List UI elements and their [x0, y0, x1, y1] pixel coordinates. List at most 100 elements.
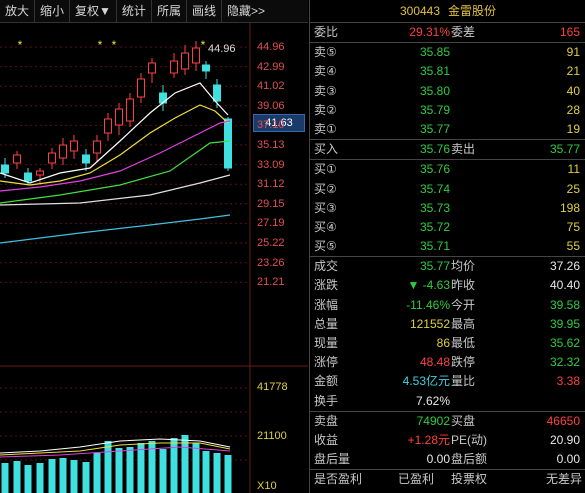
toolbar-item-3[interactable]: 统计: [117, 0, 152, 22]
candle-body: [93, 140, 101, 154]
ask-volume: 28: [566, 102, 580, 117]
stat-label: 总量: [314, 316, 339, 331]
toolbar-item-5[interactable]: 画线: [187, 0, 222, 22]
sell-out-label: 卖出: [451, 142, 476, 157]
price-axis-label: 37.10: [257, 119, 285, 132]
stat-label: 涨停: [314, 355, 339, 370]
weibi-value: 29.31%: [409, 25, 450, 39]
pan-value: 0.00: [426, 452, 450, 467]
stat-label2: 最高: [451, 316, 476, 331]
price-axis-label: 29.15: [257, 197, 285, 210]
bid-label: 买①: [314, 162, 337, 177]
price-axis-label: 33.09: [257, 158, 285, 171]
toolbar-item-4[interactable]: 所属: [152, 0, 187, 22]
stat-value2: 40.40: [549, 278, 580, 293]
volume-bar: [36, 463, 44, 493]
price-axis-label: 41.02: [257, 80, 285, 93]
stat-value2: 39.58: [549, 297, 580, 312]
ask-label: 卖④: [314, 64, 337, 79]
bid-row: 买⑤ 35.71 55: [310, 237, 585, 256]
toolbar-item-6[interactable]: 隐藏>>: [222, 0, 270, 22]
price-axis-label: 44.96: [257, 41, 285, 53]
ask-price: 35.77: [419, 121, 450, 136]
stat-value2: 3.38: [556, 374, 580, 389]
candle-body: [59, 144, 67, 159]
ma5-line: [0, 82, 229, 184]
pan-label2: 盘后额: [451, 452, 488, 467]
stat-value: -11.46%: [406, 297, 450, 312]
bid-volume: 25: [566, 181, 580, 196]
toolbar-item-2[interactable]: 复权▼: [70, 0, 117, 22]
pan-row: 收益 +1.28元 PE(动) 20.90: [310, 431, 585, 450]
bid-volume: 75: [566, 219, 580, 234]
weicha-value: 165: [559, 25, 580, 39]
buy-in-price: 35.76: [419, 142, 450, 157]
candle-body: [137, 78, 145, 98]
pan-label2: PE(动): [451, 432, 488, 447]
stat-row: 涨幅 -11.46% 今开 39.58: [310, 296, 585, 315]
price-axis-label: 35.13: [257, 139, 285, 151]
stat-label2: 跌停: [451, 355, 476, 370]
candle-body: [82, 154, 90, 164]
candle-body: [213, 84, 221, 102]
candle-body: [192, 47, 200, 64]
candle-body: [202, 64, 210, 72]
stat-label: 涨跌: [314, 278, 339, 293]
stat-value: 121552: [409, 316, 450, 331]
stat-row: 总量 121552 最高 39.95: [310, 315, 585, 334]
bid-row: 买① 35.76 11: [310, 160, 585, 179]
ask-row: 卖② 35.79 28: [310, 101, 585, 120]
volume-axis-label: 21100: [257, 430, 287, 442]
pan-label: 卖盘: [314, 413, 339, 428]
stat-value2: 39.95: [549, 316, 580, 331]
bid-volume: 198: [559, 200, 580, 215]
volume-bar: [170, 438, 178, 493]
stat-label: 现量: [314, 336, 339, 350]
volume-bar: [213, 453, 221, 493]
stat-label: 成交: [314, 259, 339, 274]
stock-name: 金雷股份: [448, 4, 497, 18]
stat-row: 现量 86 最低 35.62: [310, 334, 585, 353]
ma20-line: [0, 120, 231, 192]
buy-sell-row: 买入 35.76 卖出 35.77: [310, 139, 585, 159]
ask-row: 卖① 35.77 19: [310, 120, 585, 139]
bid-label: 买②: [314, 181, 337, 196]
volume-bar: [159, 449, 167, 493]
weibi-label: 委比: [314, 25, 339, 39]
volume-bar: [24, 465, 32, 493]
volume-bar: [104, 441, 112, 493]
weicha-label: 委差: [451, 25, 476, 39]
volume-bar: [70, 460, 78, 493]
stat-value2: 37.26: [549, 259, 580, 274]
volume-axis-label: X10: [257, 480, 277, 492]
kline-chart-area[interactable]: * * * * 44.96 41.63 44.96 42.99 41.02 39.06 37.…: [0, 23, 308, 493]
high-price-label: 44.96: [208, 43, 236, 55]
stat-value2: 32.32: [549, 355, 580, 370]
candle-body: [170, 60, 178, 74]
bid-price: 35.74: [419, 181, 450, 196]
stat-label2: 均价: [451, 259, 476, 274]
volume-bar: [202, 451, 210, 493]
star-marker: *: [201, 38, 206, 52]
toolbar-item-1[interactable]: 缩小: [35, 0, 71, 22]
pan-label: 盘后量: [314, 452, 351, 467]
pan-value2: 46650: [546, 413, 580, 428]
quote-panel: 300443 金雷股份 委比 29.31% 委差 165 卖⑤ 35.85 91 卖④…: [309, 0, 585, 493]
stat-row: 成交 35.77 均价 37.26: [310, 257, 585, 276]
stat-value2: 35.62: [549, 336, 580, 350]
stat-label2: 今开: [451, 297, 476, 312]
stat-label: 换手: [314, 393, 339, 408]
ask-price: 35.79: [419, 102, 450, 117]
pan-label: 收益: [314, 432, 339, 447]
star-marker: *: [98, 38, 103, 52]
volume-bar: [93, 453, 101, 493]
toolbar-item-0[interactable]: 放大: [0, 0, 36, 22]
bid-row: 买② 35.74 25: [310, 180, 585, 199]
buy-in-label: 买入: [314, 142, 339, 157]
bid-row: 买③ 35.73 198: [310, 199, 585, 218]
volume-bar: [59, 458, 67, 493]
bid-price: 35.72: [419, 219, 450, 234]
star-marker: *: [112, 38, 117, 52]
pan-row: 盘后量 0.00 盘后额 0.00: [310, 450, 585, 469]
pan-block: 卖盘 74902 买盘 46650 收益 +1.28元 PE(动) 20.90 盘后量 0.00 盘…: [310, 410, 585, 470]
